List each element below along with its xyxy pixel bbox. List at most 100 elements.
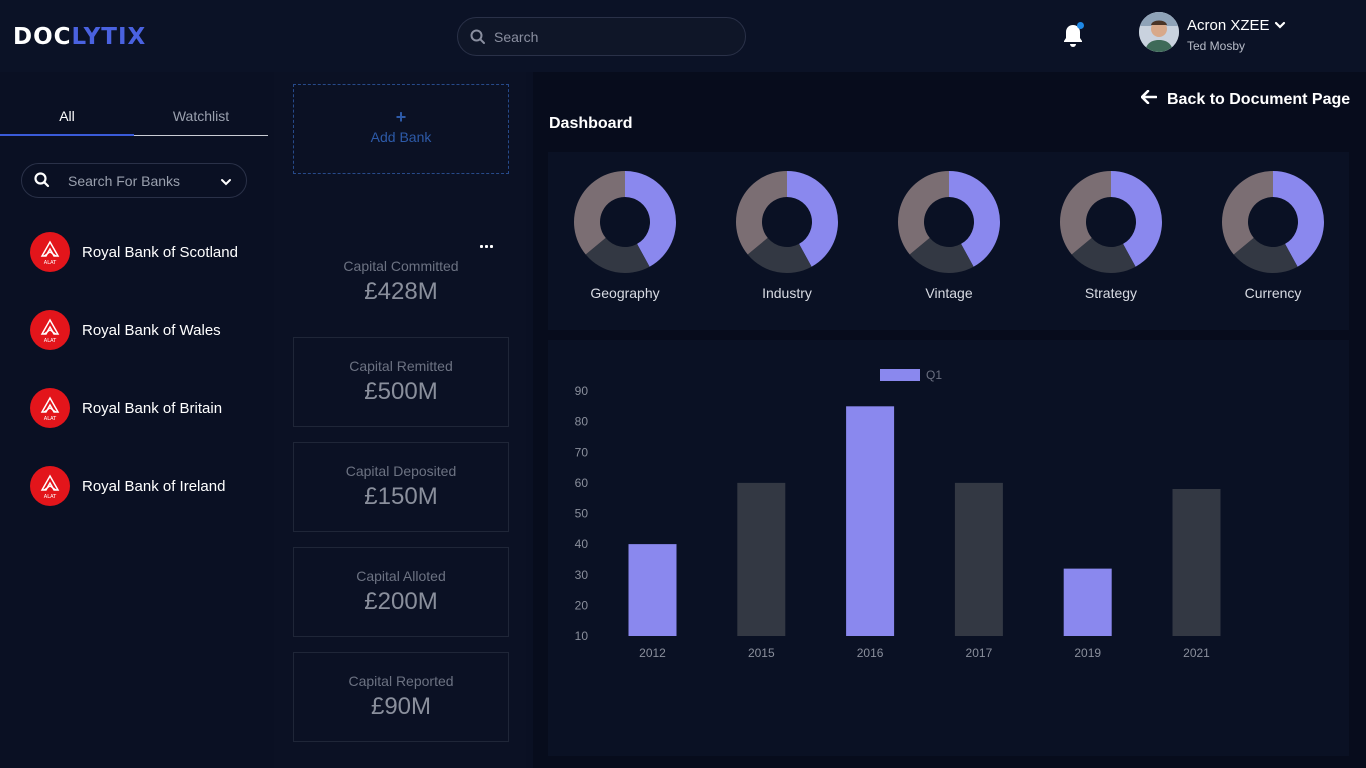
x-tick-label: 2017	[966, 646, 993, 660]
metric-card-capital-committed: Capital Committed £428M	[293, 238, 509, 328]
bank-search-field[interactable]: Search For Banks	[21, 163, 247, 198]
bar-2016	[846, 406, 895, 636]
donut-industry[interactable]: Industry	[727, 170, 847, 310]
bank-logo-text: ALAT	[44, 260, 57, 266]
y-tick-label: 90	[575, 384, 589, 398]
bar-2021	[1172, 489, 1221, 636]
bank-logo-icon: ALAT	[30, 388, 70, 428]
x-tick-label: 2012	[639, 646, 666, 660]
tab-all[interactable]: All	[0, 108, 134, 136]
legend-label: Q1	[926, 368, 942, 382]
bank-logo-icon: ALAT	[30, 232, 70, 272]
notification-bell-icon[interactable]	[1061, 22, 1085, 50]
app-logo[interactable]: DOCLYTIX	[13, 24, 146, 50]
page-title: Dashboard	[549, 115, 633, 132]
metric-value: £150M	[364, 483, 438, 510]
x-tick-label: 2015	[748, 646, 775, 660]
bank-logo-icon: ALAT	[30, 310, 70, 350]
donut-slice	[736, 171, 787, 255]
search-input[interactable]	[494, 27, 734, 47]
plus-icon: +	[395, 107, 407, 127]
bank-logo-text: ALAT	[44, 338, 57, 344]
metric-card-capital-deposited: Capital Deposited £150M	[293, 442, 509, 532]
bar-2019	[1063, 568, 1112, 636]
bank-list-item[interactable]: ALAT Royal Bank of Ireland	[30, 466, 260, 506]
add-bank-label: Add Bank	[370, 129, 432, 145]
logo-part-2: LYTIX	[71, 24, 147, 50]
donut-label: Strategy	[1084, 285, 1138, 301]
search-icon	[34, 172, 50, 193]
x-tick-label: 2016	[857, 646, 884, 660]
bar-chart: Q1 10 20 30 40 50 60 70 80 90 2012 2015 2016 2017 2019…	[575, 368, 1221, 660]
metric-value: £200M	[364, 588, 438, 615]
add-bank-button[interactable]: + Add Bank	[293, 84, 509, 174]
metric-title: Capital Remitted	[349, 358, 453, 374]
donut-vintage[interactable]: Vintage	[889, 170, 1009, 310]
bar-2015	[737, 482, 786, 636]
arrow-left-icon	[1140, 89, 1158, 109]
y-tick-label: 40	[575, 537, 589, 551]
metric-card-capital-remitted: Capital Remitted £500M	[293, 337, 509, 427]
bank-logo-icon: ALAT	[30, 466, 70, 506]
y-tick-label: 60	[575, 476, 589, 490]
metric-title: Capital Committed	[343, 258, 459, 274]
bank-name: Royal Bank of Wales	[82, 321, 221, 339]
y-tick-label: 80	[575, 415, 589, 429]
donut-slice	[1060, 171, 1111, 255]
top-bar: DOCLYTIX Acron XZEE Ted Mosby	[0, 0, 1366, 72]
bank-list-item[interactable]: ALAT Royal Bank of Wales	[30, 310, 260, 350]
avatar[interactable]	[1139, 12, 1179, 52]
donut-slice	[898, 171, 949, 255]
metric-value: £428M	[364, 278, 438, 305]
donut-chart	[1222, 171, 1324, 273]
notification-dot	[1077, 22, 1084, 29]
donut-label: Currency	[1244, 285, 1302, 301]
metric-title: Capital Reported	[348, 673, 454, 689]
donut-chart	[1060, 171, 1162, 273]
donut-slice	[1222, 171, 1273, 255]
y-tick-label: 50	[575, 507, 589, 521]
bank-list-item[interactable]: ALAT Royal Bank of Britain	[30, 388, 260, 428]
y-tick-label: 20	[575, 598, 589, 612]
logo-part-1: DOC	[13, 24, 72, 50]
donut-currency[interactable]: Currency	[1213, 170, 1333, 310]
metric-card-capital-alloted: Capital Alloted £200M	[293, 547, 509, 637]
bank-logo-text: ALAT	[44, 416, 57, 422]
bar-2012	[628, 544, 677, 636]
metric-value: £90M	[370, 693, 432, 720]
user-menu[interactable]: Acron XZEE	[1187, 17, 1286, 34]
y-tick-label: 30	[575, 568, 589, 582]
bank-name: Royal Bank of Ireland	[82, 477, 226, 495]
bank-name: Royal Bank of Britain	[82, 399, 223, 417]
bar-2017	[954, 482, 1003, 636]
donut-charts-panel: Geography Industry Vintage Strategy Curr…	[548, 152, 1349, 330]
metric-card-capital-reported: Capital Reported £90M	[293, 652, 509, 742]
user-subtitle: Ted Mosby	[1187, 39, 1246, 53]
chevron-down-icon[interactable]	[220, 174, 232, 192]
donut-chart	[736, 171, 838, 273]
global-search[interactable]	[457, 17, 746, 56]
user-name: Acron XZEE	[1187, 17, 1270, 34]
bank-search-placeholder: Search For Banks	[68, 173, 181, 189]
metric-title: Capital Deposited	[345, 463, 457, 479]
y-tick-label: 10	[575, 629, 589, 643]
metric-value: £500M	[364, 378, 438, 405]
donut-geography[interactable]: Geography	[565, 170, 685, 310]
chevron-down-icon	[1274, 17, 1286, 34]
bank-name: Royal Bank of Scotland	[82, 243, 238, 261]
donut-chart	[898, 171, 1000, 273]
bank-list-item[interactable]: ALAT Royal Bank of Scotland	[30, 232, 260, 272]
bar-chart-panel: Q1 10 20 30 40 50 60 70 80 90 2012 2015 2016 2017 2019…	[548, 340, 1349, 756]
donut-label: Vintage	[925, 285, 973, 301]
tab-watchlist[interactable]: Watchlist	[134, 108, 268, 136]
search-icon	[470, 29, 486, 50]
x-tick-label: 2019	[1074, 646, 1101, 660]
bank-logo-text: ALAT	[44, 494, 57, 500]
donut-slice	[574, 171, 625, 255]
donut-label: Geography	[590, 285, 660, 301]
donut-chart	[574, 171, 676, 273]
back-label: Back to Document Page	[1167, 90, 1351, 108]
back-to-document-link[interactable]: Back to Document Page	[1140, 89, 1351, 109]
donut-strategy[interactable]: Strategy	[1051, 170, 1171, 310]
donut-label: Industry	[762, 285, 812, 301]
